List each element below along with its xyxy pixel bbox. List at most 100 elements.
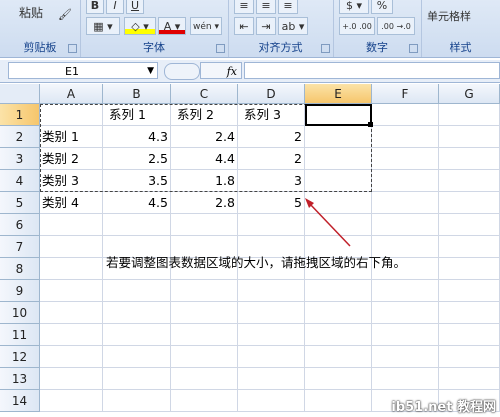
cell-a14[interactable]: [40, 390, 103, 412]
cell-f4[interactable]: [372, 170, 439, 192]
row-header-5[interactable]: 5: [0, 192, 40, 214]
cell-g10[interactable]: [439, 302, 500, 324]
row-header-1[interactable]: 1: [0, 104, 40, 126]
cell-d14[interactable]: [238, 390, 305, 412]
row-header-13[interactable]: 13: [0, 368, 40, 390]
cell-f6[interactable]: [372, 214, 439, 236]
percent-button[interactable]: %: [371, 0, 393, 14]
cell-d11[interactable]: [238, 324, 305, 346]
align-left-icon[interactable]: ≡: [234, 0, 254, 14]
cell-c11[interactable]: [171, 324, 238, 346]
column-header-f[interactable]: F: [372, 84, 439, 104]
align-center-icon[interactable]: ≡: [256, 0, 276, 14]
row-header-7[interactable]: 7: [0, 236, 40, 258]
cell-f12[interactable]: [372, 346, 439, 368]
cell-a10[interactable]: [40, 302, 103, 324]
cell-c14[interactable]: [171, 390, 238, 412]
align-right-icon[interactable]: ≡: [278, 0, 298, 14]
chevron-down-icon[interactable]: ▼: [147, 63, 154, 80]
cell-c12[interactable]: [171, 346, 238, 368]
fill-color-icon[interactable]: ◇ ▾: [124, 17, 156, 35]
currency-icon[interactable]: $ ▾: [339, 0, 369, 14]
row-header-12[interactable]: 12: [0, 346, 40, 368]
cell-b11[interactable]: [103, 324, 171, 346]
cell-g1[interactable]: [439, 104, 500, 126]
dialog-launcher-icon[interactable]: [409, 44, 418, 53]
row-header-3[interactable]: 3: [0, 148, 40, 170]
formula-input[interactable]: [244, 62, 500, 79]
phonetic-icon[interactable]: wén ▾: [190, 17, 222, 35]
cell-e9[interactable]: [305, 280, 372, 302]
cell-e5[interactable]: [305, 192, 372, 214]
cell-f13[interactable]: [372, 368, 439, 390]
cell-g13[interactable]: [439, 368, 500, 390]
row-header-8[interactable]: 8: [0, 258, 40, 280]
cell-a8[interactable]: [40, 258, 103, 280]
row-header-4[interactable]: 4: [0, 170, 40, 192]
orientation-icon[interactable]: ab ▾: [278, 17, 308, 35]
cell-a12[interactable]: [40, 346, 103, 368]
cell-d12[interactable]: [238, 346, 305, 368]
cell-c5[interactable]: 2.8: [171, 192, 238, 214]
cell-c13[interactable]: [171, 368, 238, 390]
decrease-decimal-button[interactable]: .00 →.0: [377, 17, 415, 35]
cell-f2[interactable]: [372, 126, 439, 148]
cell-e12[interactable]: [305, 346, 372, 368]
increase-indent-icon[interactable]: ⇥: [256, 17, 276, 35]
cell-g7[interactable]: [439, 236, 500, 258]
cell-f5[interactable]: [372, 192, 439, 214]
cell-b13[interactable]: [103, 368, 171, 390]
cell-f1[interactable]: [372, 104, 439, 126]
cell-f3[interactable]: [372, 148, 439, 170]
dialog-launcher-icon[interactable]: [321, 44, 330, 53]
cell-a5[interactable]: 类别 4: [40, 192, 103, 214]
cell-e11[interactable]: [305, 324, 372, 346]
column-header-b[interactable]: B: [103, 84, 171, 104]
column-header-g[interactable]: G: [439, 84, 500, 104]
column-header-a[interactable]: A: [40, 84, 103, 104]
cell-styles-button[interactable]: 单元格样: [427, 8, 500, 26]
cell-c9[interactable]: [171, 280, 238, 302]
column-header-d[interactable]: D: [238, 84, 305, 104]
row-header-14[interactable]: 14: [0, 390, 40, 412]
cell-c6[interactable]: [171, 214, 238, 236]
cell-f11[interactable]: [372, 324, 439, 346]
cell-b14[interactable]: [103, 390, 171, 412]
cell-g11[interactable]: [439, 324, 500, 346]
active-cell-e1[interactable]: [305, 104, 372, 126]
column-header-e[interactable]: E: [305, 84, 372, 104]
cell-e14[interactable]: [305, 390, 372, 412]
cell-e10[interactable]: [305, 302, 372, 324]
cell-b10[interactable]: [103, 302, 171, 324]
row-header-6[interactable]: 6: [0, 214, 40, 236]
cell-b6[interactable]: [103, 214, 171, 236]
cell-a6[interactable]: [40, 214, 103, 236]
cell-e13[interactable]: [305, 368, 372, 390]
cell-a7[interactable]: [40, 236, 103, 258]
cell-d9[interactable]: [238, 280, 305, 302]
cell-e6[interactable]: [305, 214, 372, 236]
decrease-indent-icon[interactable]: ⇤: [234, 17, 254, 35]
cell-g9[interactable]: [439, 280, 500, 302]
cell-d10[interactable]: [238, 302, 305, 324]
name-box[interactable]: E1 ▼: [8, 62, 158, 79]
cell-d6[interactable]: [238, 214, 305, 236]
cell-a9[interactable]: [40, 280, 103, 302]
cell-f10[interactable]: [372, 302, 439, 324]
cell-b5[interactable]: 4.5: [103, 192, 171, 214]
insert-function-button[interactable]: fx: [200, 62, 242, 79]
cell-f9[interactable]: [372, 280, 439, 302]
column-header-c[interactable]: C: [171, 84, 238, 104]
underline-button[interactable]: U: [126, 0, 144, 14]
bold-button[interactable]: B: [86, 0, 104, 14]
cell-a11[interactable]: [40, 324, 103, 346]
select-all-corner[interactable]: [0, 84, 40, 104]
dialog-launcher-icon[interactable]: [68, 44, 77, 53]
cell-d5[interactable]: 5: [238, 192, 305, 214]
cell-b9[interactable]: [103, 280, 171, 302]
increase-decimal-button[interactable]: +.0 .00: [339, 17, 375, 35]
cell-g3[interactable]: [439, 148, 500, 170]
cell-g12[interactable]: [439, 346, 500, 368]
cell-d13[interactable]: [238, 368, 305, 390]
row-header-9[interactable]: 9: [0, 280, 40, 302]
